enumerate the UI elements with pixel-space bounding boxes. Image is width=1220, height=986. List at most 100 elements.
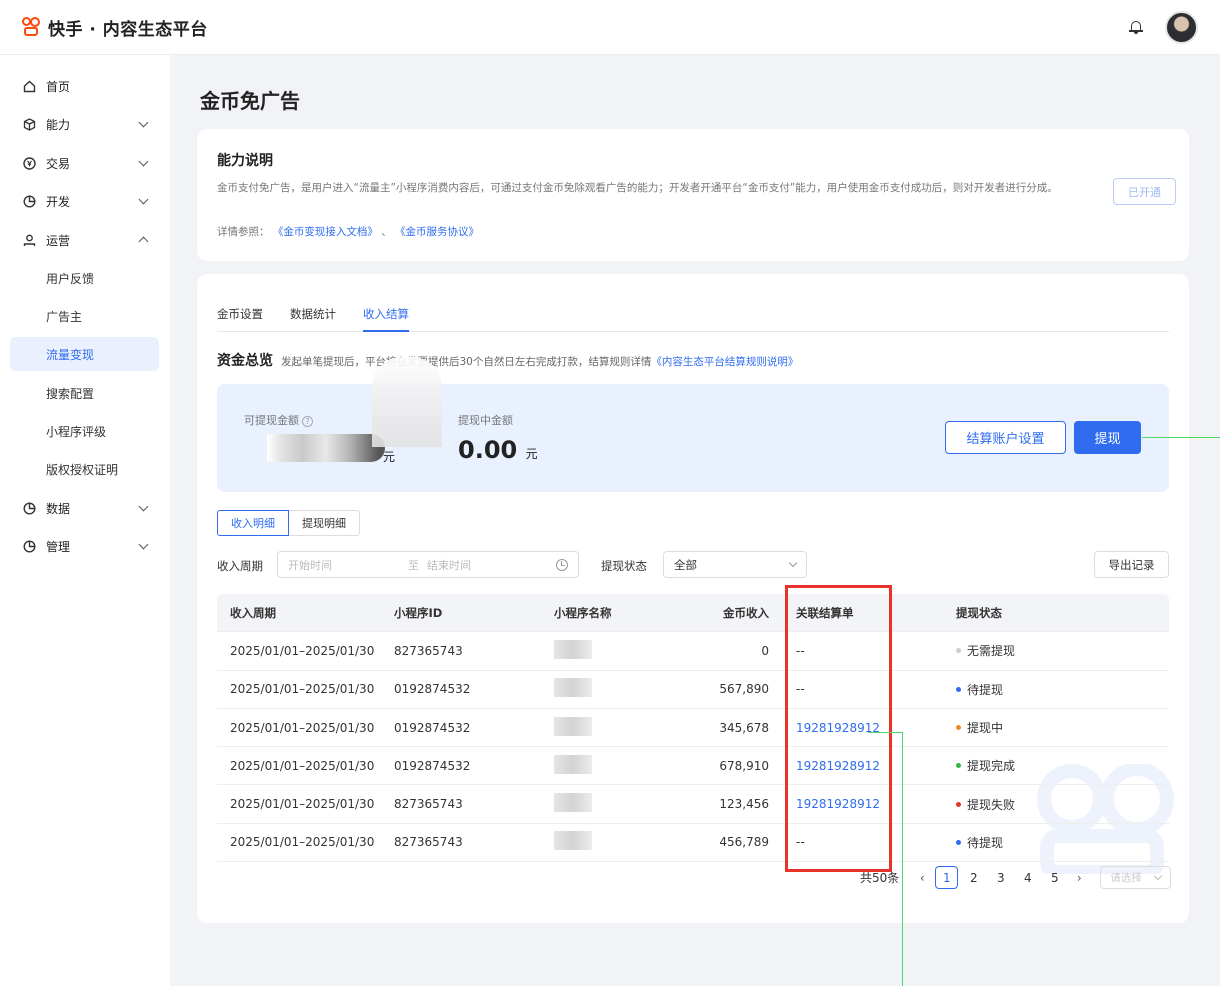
annotation-connector-line bbox=[868, 732, 902, 733]
sidebar-item-label: 首页 bbox=[46, 79, 71, 94]
pending-amount: 0.00 元 bbox=[458, 436, 538, 464]
cell-miniapp-id: 827365743 bbox=[394, 835, 463, 850]
sidebar-item-label: 流量变现 bbox=[46, 347, 95, 362]
doc-link-coin-monetization[interactable]: 《金币变现接入文档》 bbox=[273, 226, 378, 238]
segment-withdraw-detail[interactable]: 提现明细 bbox=[289, 510, 360, 536]
prev-page-icon[interactable]: ‹ bbox=[911, 871, 933, 885]
pie-icon bbox=[22, 194, 36, 208]
next-page-icon[interactable]: › bbox=[1068, 871, 1090, 885]
funds-desc-text: 发起单笔提现后，平台将在发票提供后30个自然日左右完成打款，结算规则详情 bbox=[281, 356, 652, 368]
tab-income-settlement[interactable]: 收入结算 bbox=[363, 306, 409, 332]
top-bar: 快手 · 内容生态平台 bbox=[0, 0, 1220, 55]
header-miniapp-name: 小程序名称 bbox=[554, 605, 612, 620]
table-header: 收入周期 小程序ID 小程序名称 金币收入 关联结算单 提现状态 bbox=[217, 594, 1169, 633]
status-dot-icon bbox=[956, 839, 961, 845]
reference-separator: 、 bbox=[381, 226, 392, 238]
doc-link-coin-service-agreement[interactable]: 《金币服务协议》 bbox=[395, 226, 479, 238]
sidebar-item-advertiser[interactable]: 广告主 bbox=[10, 299, 159, 333]
cell-coin-income: 678,910 bbox=[719, 758, 769, 773]
date-range-picker[interactable]: 开始时间 至 结束时间 bbox=[277, 551, 579, 578]
pie-icon bbox=[22, 539, 36, 553]
reference-prefix: 详情参照： bbox=[217, 226, 270, 238]
pagination: 共50条 ‹ 1 2 3 4 5 › 请选择 bbox=[860, 866, 1172, 889]
status-label: 待提现 bbox=[967, 682, 1004, 697]
withdraw-button[interactable]: 提现 bbox=[1074, 421, 1141, 454]
kuaishou-logo-icon bbox=[22, 17, 42, 37]
sidebar-item-label: 版权授权证明 bbox=[46, 462, 119, 477]
table-row: 2025/01/01–2025/01/30 827365743 456,789 -- 待… bbox=[217, 824, 1169, 863]
cell-period: 2025/01/01–2025/01/30 bbox=[230, 835, 375, 850]
cell-withdraw-status: 无需提现 bbox=[954, 642, 1169, 659]
cell-miniapp-name-redacted bbox=[546, 678, 659, 700]
sidebar-item-data[interactable]: 数据 bbox=[10, 491, 159, 525]
help-icon[interactable]: ? bbox=[302, 416, 313, 427]
cell-miniapp-name-redacted bbox=[546, 831, 659, 853]
funds-overview-title: 资金总览 bbox=[217, 353, 273, 369]
header-miniapp-id: 小程序ID bbox=[394, 605, 443, 620]
chevron-down-icon bbox=[138, 156, 149, 167]
cell-miniapp-name-redacted bbox=[546, 754, 659, 777]
sidebar-item-search-config[interactable]: 搜索配置 bbox=[10, 376, 159, 410]
sidebar-item-develop[interactable]: 开发 bbox=[10, 184, 159, 218]
user-icon bbox=[22, 233, 36, 247]
cell-miniapp-name-redacted bbox=[546, 793, 659, 815]
withdraw-status-select[interactable]: 全部 bbox=[663, 551, 807, 578]
sidebar-item-traffic-monetization[interactable]: 流量变现 bbox=[10, 337, 159, 371]
funds-overview-desc: 发起单笔提现后，平台将在发票提供后30个自然日左右完成打款，结算规则详情《内容生… bbox=[281, 354, 798, 369]
redacted-miniapp-name-header bbox=[372, 357, 442, 447]
tab-data-stats[interactable]: 数据统计 bbox=[290, 306, 336, 332]
tab-coin-settings[interactable]: 金币设置 bbox=[217, 306, 263, 332]
status-dot-icon bbox=[956, 763, 961, 769]
detail-segment-control: 收入明细 提现明细 bbox=[217, 510, 360, 536]
sidebar-item-miniapp-rating[interactable]: 小程序评级 bbox=[10, 414, 159, 448]
redacted-block bbox=[554, 793, 592, 813]
page-5[interactable]: 5 bbox=[1041, 871, 1068, 885]
chevron-up-icon bbox=[138, 236, 149, 247]
sidebar-item-label: 广告主 bbox=[46, 309, 83, 324]
withdraw-status-filter-label: 提现状态 bbox=[601, 559, 647, 573]
sidebar-item-user-feedback[interactable]: 用户反馈 bbox=[10, 261, 159, 295]
page-2[interactable]: 2 bbox=[960, 871, 987, 885]
redacted-block bbox=[554, 754, 592, 774]
sidebar-item-operation[interactable]: 运营 bbox=[10, 223, 159, 257]
sidebar-item-label: 交易 bbox=[46, 156, 71, 171]
sidebar-item-copyright-proof[interactable]: 版权授权证明 bbox=[10, 452, 159, 486]
sidebar-item-label: 能力 bbox=[46, 117, 71, 132]
settlement-rules-link[interactable]: 《内容生态平台结算规则说明》 bbox=[651, 356, 798, 368]
sidebar-item-capability[interactable]: 能力 bbox=[10, 107, 159, 141]
pending-amount-value: 0.00 bbox=[458, 436, 518, 464]
status-dot-icon bbox=[956, 648, 961, 654]
clock-icon bbox=[556, 559, 568, 571]
cell-coin-income: 123,456 bbox=[719, 797, 769, 812]
app-logo[interactable]: 快手 · 内容生态平台 bbox=[22, 15, 208, 40]
end-date-placeholder[interactable]: 结束时间 bbox=[427, 557, 471, 573]
status-label: 待提现 bbox=[967, 835, 1004, 850]
activated-button[interactable]: 已开通 bbox=[1113, 178, 1176, 205]
page-3[interactable]: 3 bbox=[987, 871, 1014, 885]
start-date-placeholder[interactable]: 开始时间 bbox=[288, 557, 332, 573]
segment-income-detail[interactable]: 收入明细 bbox=[217, 510, 289, 536]
cell-miniapp-id: 0192874532 bbox=[394, 758, 471, 773]
sidebar-item-trade[interactable]: 交易 bbox=[10, 146, 159, 180]
cell-miniapp-id: 0192874532 bbox=[394, 682, 471, 697]
status-dot-icon bbox=[956, 801, 961, 807]
page-size-select[interactable]: 请选择 bbox=[1100, 866, 1172, 889]
income-table: 收入周期 小程序ID 小程序名称 金币收入 关联结算单 提现状态 2025/01… bbox=[217, 594, 1169, 863]
cell-coin-income: 567,890 bbox=[719, 682, 769, 697]
pending-amount-label: 提现中金额 bbox=[458, 414, 513, 427]
cube-icon bbox=[22, 117, 36, 131]
table-body: 2025/01/01–2025/01/30 827365743 0 -- 无需提现 202… bbox=[217, 632, 1169, 863]
export-records-button[interactable]: 导出记录 bbox=[1094, 551, 1169, 578]
sidebar-item-manage[interactable]: 管理 bbox=[10, 529, 159, 563]
header-period: 收入周期 bbox=[230, 605, 276, 620]
page-1[interactable]: 1 bbox=[935, 866, 959, 889]
page-4[interactable]: 4 bbox=[1014, 871, 1041, 885]
user-avatar[interactable] bbox=[1165, 10, 1198, 44]
notification-bell-icon[interactable] bbox=[1129, 20, 1143, 34]
capability-reference: 详情参照： 《金币变现接入文档》 、 《金币服务协议》 bbox=[217, 224, 479, 239]
settlement-card: 金币设置 数据统计 收入结算 资金总览 发起单笔提现后，平台将在发票提供后30个… bbox=[197, 274, 1189, 923]
chevron-down-icon bbox=[138, 117, 149, 128]
settlement-account-settings-button[interactable]: 结算账户设置 bbox=[945, 421, 1066, 454]
redacted-block bbox=[554, 831, 592, 851]
sidebar-item-home[interactable]: 首页 bbox=[10, 69, 159, 103]
